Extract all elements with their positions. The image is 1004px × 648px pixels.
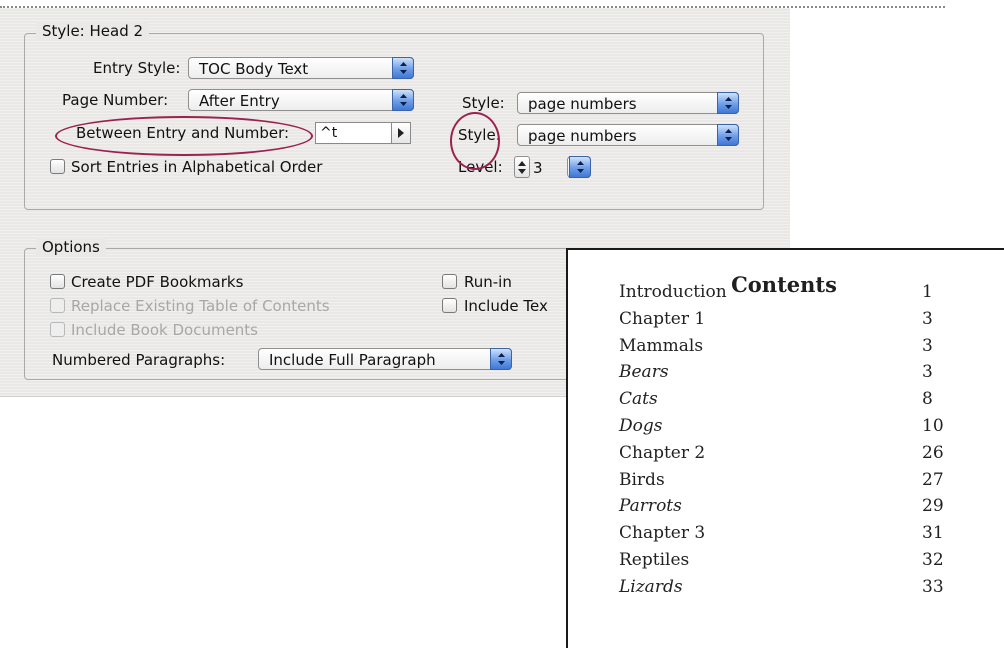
toc-entry-page: 8 [922, 389, 933, 410]
level-select[interactable] [567, 156, 591, 178]
toc-entry-page: 26 [922, 442, 944, 463]
page-number-style-label: Style: [462, 94, 505, 112]
toc-entry-page: 10 [922, 416, 944, 436]
page-number-select[interactable]: After Entry [188, 89, 414, 111]
entry-style-value: TOC Body Text [199, 60, 309, 78]
toc-entry-text: Chapter 3 [619, 523, 706, 544]
page-number-style-value: page numbers [528, 95, 637, 113]
toc-entry-text: Mammals [619, 335, 704, 356]
create-pdf-bookmarks-label: Create PDF Bookmarks [71, 273, 244, 291]
toc-entry-text: Dogs [619, 416, 663, 436]
toc-entry-text: Bears [619, 362, 669, 383]
numbered-paragraphs-value: Include Full Paragraph [269, 351, 436, 369]
toc-entry-page: 1 [922, 282, 933, 302]
select-arrows-icon [490, 348, 512, 370]
toc-entry-text: Introduction [619, 282, 727, 302]
select-arrows-icon [392, 89, 414, 111]
page-number-style-select[interactable]: page numbers [517, 92, 739, 114]
page-number-value: After Entry [199, 92, 280, 110]
entry-style-select[interactable]: TOC Body Text [188, 57, 414, 79]
select-arrows-icon [392, 57, 414, 79]
between-style-value: page numbers [528, 127, 637, 145]
toc-entry-text: Reptiles [619, 550, 690, 570]
toc-entry-page: 31 [922, 523, 944, 544]
page-number-label: Page Number: [62, 91, 169, 109]
highlight-style-circle [450, 112, 500, 170]
run-in-label: Run-in [464, 273, 512, 291]
toc-entry-text: Birds [619, 469, 665, 490]
level-stepper[interactable] [514, 156, 530, 178]
insert-special-menu-button[interactable] [391, 123, 410, 143]
sort-alphabetical-checkbox[interactable] [50, 159, 65, 174]
toc-entry-page: 3 [922, 335, 933, 356]
numbered-paragraphs-select[interactable]: Include Full Paragraph [258, 348, 512, 370]
toc-entry-page: 27 [922, 469, 944, 490]
style-group-title: Style: Head 2 [36, 22, 150, 40]
toc-entry-page: 32 [922, 550, 944, 570]
include-text-label: Include Tex [464, 297, 548, 315]
between-entry-number-value: ^t [320, 125, 338, 141]
toc-entry-text: Chapter 2 [619, 442, 706, 463]
toc-entry-text: Chapter 1 [619, 308, 706, 329]
select-arrows-icon [717, 92, 739, 114]
entry-style-label: Entry Style: [93, 59, 181, 77]
run-in-checkbox[interactable] [442, 274, 457, 289]
include-text-checkbox[interactable] [442, 298, 457, 313]
select-arrows-icon [569, 156, 591, 178]
replace-existing-toc-checkbox[interactable] [50, 298, 65, 313]
toc-entry-text: Cats [619, 389, 658, 410]
replace-existing-toc-label: Replace Existing Table of Contents [71, 297, 330, 315]
toc-entry-page: 29 [922, 496, 944, 517]
toc-entry-text: Parrots [619, 496, 682, 517]
between-entry-number-input[interactable]: ^t [315, 122, 411, 144]
toc-entry-page: 33 [922, 576, 944, 597]
toc-entry-page: 3 [922, 308, 933, 329]
select-arrows-icon [717, 124, 739, 146]
include-book-documents-checkbox[interactable] [50, 322, 65, 337]
numbered-paragraphs-label: Numbered Paragraphs: [52, 351, 226, 369]
include-book-documents-label: Include Book Documents [71, 321, 258, 339]
between-style-select[interactable]: page numbers [517, 124, 739, 146]
options-group-title: Options [36, 238, 106, 256]
toc-entry-page: 3 [922, 362, 933, 383]
level-value[interactable]: 3 [533, 159, 543, 177]
toc-entry-text: Lizards [619, 576, 683, 597]
highlight-between-entry-ellipse [55, 116, 313, 156]
toc-preview-page: Contents Introduction 1 Chapter 1 3 Mammals 3… [566, 248, 1004, 648]
sort-alphabetical-label: Sort Entries in Alphabetical Order [71, 158, 323, 176]
create-pdf-bookmarks-checkbox[interactable] [50, 274, 65, 289]
